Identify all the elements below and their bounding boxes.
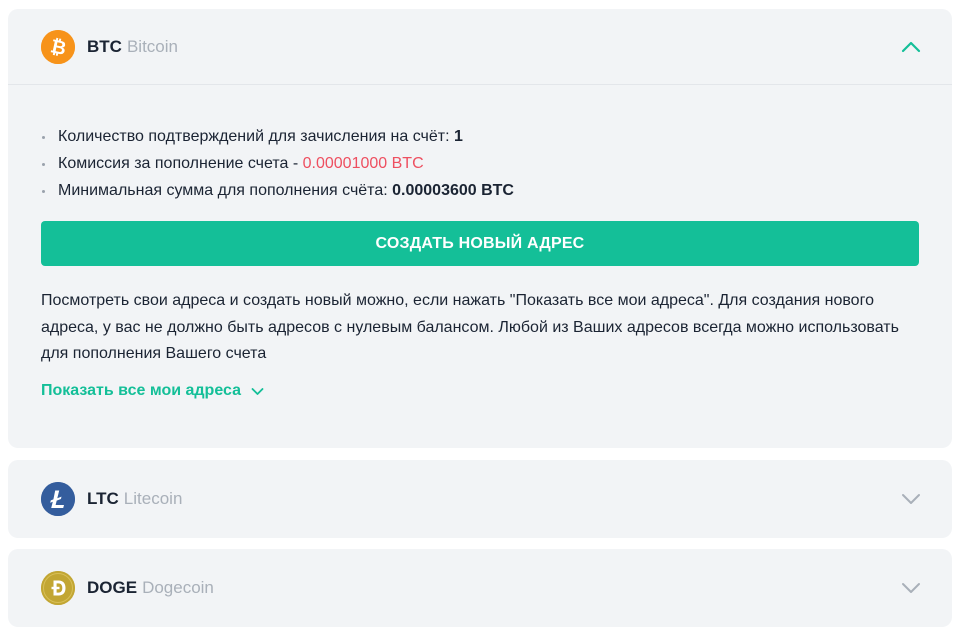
coin-ticker-btc: BTC	[87, 36, 122, 56]
coin-header-ltc[interactable]: LTC Litecoin	[8, 460, 952, 538]
coin-header-btc[interactable]: ₿ BTC Bitcoin	[8, 9, 952, 85]
coin-card-btc: ₿ BTC Bitcoin Количество подтверждений д…	[8, 9, 952, 448]
coin-ticker-ltc: LTC	[87, 489, 119, 508]
deposit-coin-list: ₿ BTC Bitcoin Количество подтверждений д…	[0, 0, 978, 639]
chevron-up-icon[interactable]	[900, 36, 922, 58]
confirmations-value: 1	[453, 128, 463, 145]
min-amount-label: Минимальная сумма для пополнения счёта:	[58, 182, 393, 199]
list-item: Количество подтверждений для зачисления …	[41, 123, 514, 150]
chevron-down-icon	[251, 387, 264, 395]
list-item: Комиссия за пополнение счета - 0.0000100…	[41, 150, 514, 177]
fee-label: Комиссия за пополнение счета -	[58, 155, 303, 172]
list-item: Минимальная сумма для пополнения счёта: …	[41, 177, 514, 204]
bitcoin-icon: ₿	[41, 29, 75, 64]
show-all-addresses-label: Показать все мои адреса	[41, 382, 241, 399]
deposit-info-list: Количество подтверждений для зачисления …	[41, 123, 514, 204]
coin-ticker-doge: DOGE	[87, 578, 138, 597]
chevron-down-icon[interactable]	[900, 577, 922, 599]
coin-name-btc: Bitcoin	[126, 36, 178, 56]
coin-card-doge: DOGE Dogecoin	[8, 549, 952, 627]
create-address-button[interactable]: СОЗДАТЬ НОВЫЙ АДРЕС	[41, 221, 919, 266]
litecoin-icon	[41, 482, 75, 516]
coin-name-ltc: Litecoin	[123, 489, 183, 508]
coin-header-doge[interactable]: DOGE Dogecoin	[8, 549, 952, 627]
fee-value: 0.00001000 BTC	[302, 155, 424, 172]
dogecoin-icon	[41, 571, 75, 605]
chevron-down-icon[interactable]	[900, 488, 922, 510]
min-amount-value: 0.00003600 BTC	[392, 182, 514, 199]
confirmations-label: Количество подтверждений для зачисления …	[58, 128, 454, 145]
coin-card-ltc: LTC Litecoin	[8, 460, 952, 538]
coin-name-doge: Dogecoin	[142, 578, 214, 597]
address-description: Посмотреть свои адреса и создать новый м…	[41, 292, 899, 362]
show-all-addresses-link[interactable]: Показать все мои адреса	[41, 382, 264, 400]
